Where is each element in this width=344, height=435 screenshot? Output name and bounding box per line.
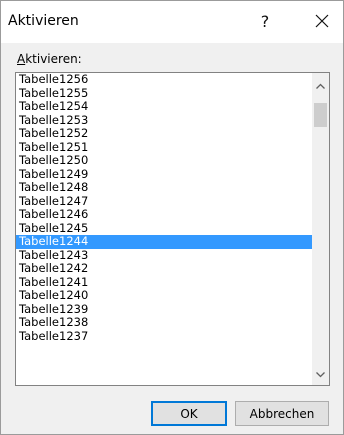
chevron-down-icon: [316, 371, 325, 377]
chevron-up-icon: [316, 83, 325, 89]
help-button[interactable]: ?: [253, 7, 277, 35]
list-item[interactable]: Tabelle1251: [16, 141, 320, 155]
scroll-up-button[interactable]: [312, 77, 329, 94]
cancel-button[interactable]: Abbrechen: [235, 401, 329, 426]
close-button[interactable]: [309, 7, 335, 35]
list-item[interactable]: Tabelle1238: [16, 316, 320, 330]
title-bar: Aktivieren ?: [1, 1, 343, 43]
list-item[interactable]: Tabelle1254: [16, 100, 320, 114]
list-item[interactable]: Tabelle1252: [16, 127, 320, 141]
list-item[interactable]: Tabelle1248: [16, 181, 320, 195]
list-item[interactable]: Tabelle1241: [16, 276, 320, 290]
list-item[interactable]: Tabelle1242: [16, 262, 320, 276]
help-icon: ?: [260, 11, 270, 31]
list-item[interactable]: Tabelle1244: [16, 235, 320, 249]
list-label-text: Aktivieren:: [17, 52, 82, 66]
scroll-down-button[interactable]: [312, 366, 329, 383]
list-item[interactable]: Tabelle1246: [16, 208, 320, 222]
list-item[interactable]: Tabelle1250: [16, 154, 320, 168]
sheet-list: Tabelle1256 Tabelle1255 Tabelle1254 Tabelle…: [16, 73, 320, 343]
sheet-listbox[interactable]: Tabelle1256 Tabelle1255 Tabelle1254 Tabelle…: [15, 72, 330, 386]
list-item[interactable]: Tabelle1253: [16, 114, 320, 128]
list-item[interactable]: Tabelle1239: [16, 303, 320, 317]
list-item[interactable]: Tabelle1255: [16, 87, 320, 101]
list-item[interactable]: Tabelle1240: [16, 289, 320, 303]
list-item[interactable]: Tabelle1256: [16, 73, 320, 87]
list-label: Aktivieren:: [17, 52, 82, 66]
close-icon: [315, 14, 329, 28]
list-item[interactable]: Tabelle1247: [16, 195, 320, 209]
list-item[interactable]: Tabelle1245: [16, 222, 320, 236]
scrollbar-thumb[interactable]: [314, 103, 327, 127]
list-item[interactable]: Tabelle1249: [16, 168, 320, 182]
list-item[interactable]: Tabelle1243: [16, 249, 320, 263]
activate-dialog: Aktivieren ? Aktivieren: Tabelle1256 Tabe…: [0, 0, 344, 435]
ok-button[interactable]: OK: [151, 401, 227, 426]
vertical-scrollbar[interactable]: [312, 73, 329, 385]
list-item[interactable]: Tabelle1237: [16, 330, 320, 344]
dialog-title: Aktivieren: [8, 13, 79, 29]
